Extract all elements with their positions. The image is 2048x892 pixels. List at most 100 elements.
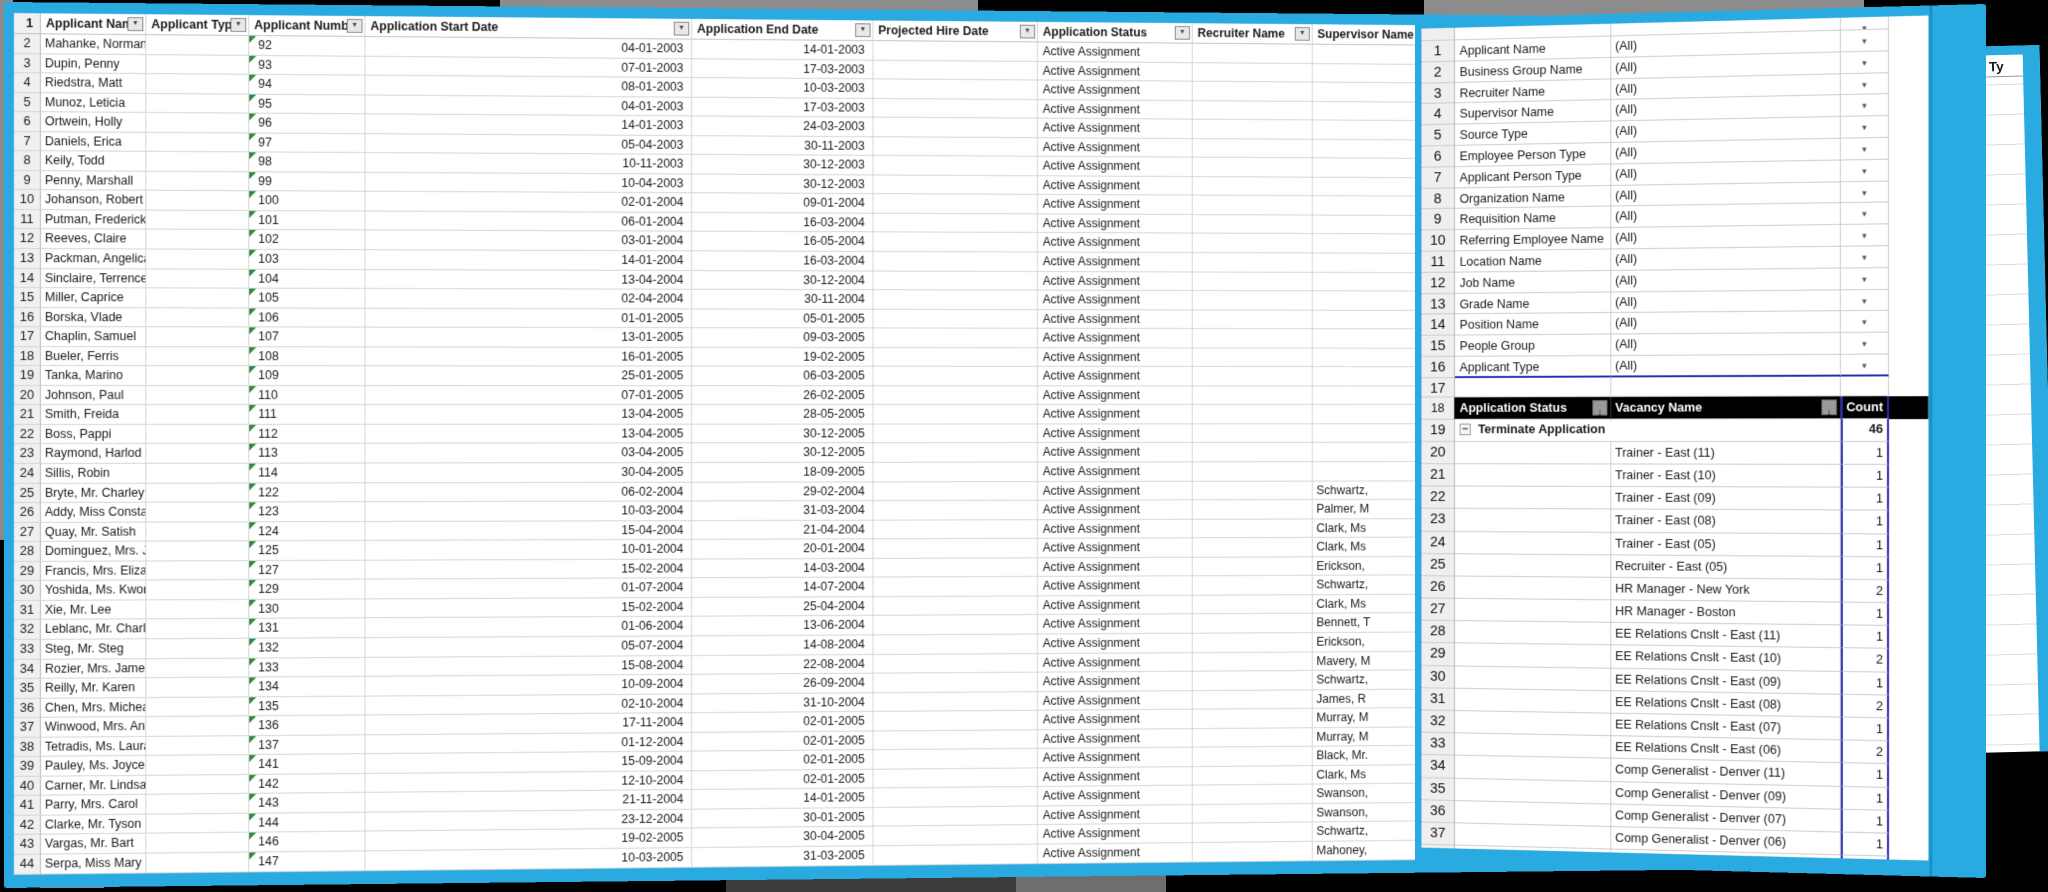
cell-applicant-number[interactable]: 106	[249, 308, 365, 328]
row-number[interactable]: 1	[1421, 40, 1455, 62]
cell-projected-hire-date[interactable]	[873, 233, 1038, 253]
cell-applicant-type[interactable]	[146, 347, 249, 367]
cell-application-status[interactable]: Active Assignment	[1038, 42, 1193, 62]
row-number[interactable]: 36	[1421, 800, 1455, 823]
cell-applicant-name[interactable]: Sillis, Robin	[41, 464, 146, 484]
cell-empty[interactable]	[1841, 376, 1889, 396]
cell-applicant-number[interactable]: 103	[249, 250, 365, 270]
cell-applicant-type[interactable]	[146, 386, 249, 405]
filter-dropdown-button[interactable]	[1841, 354, 1889, 376]
cell-count[interactable]: 1	[1841, 809, 1889, 833]
cell-applicant-name[interactable]: Winwood, Mrs. Anita	[41, 717, 146, 737]
cell-applicant-name[interactable]: Smith, Freida	[41, 405, 146, 425]
row-number[interactable]: 39	[14, 757, 41, 777]
cell-recruiter-name[interactable]	[1193, 101, 1313, 121]
cell-application-start-date[interactable]: 10-03-2004	[365, 502, 692, 522]
filter-dropdown-icon[interactable]	[1175, 26, 1190, 40]
cell-applicant-number[interactable]: 102	[249, 230, 365, 250]
cell-count[interactable]: 1	[1841, 534, 1889, 557]
cell-recruiter-name[interactable]	[1193, 462, 1313, 481]
cell-applicant-type[interactable]	[146, 35, 249, 55]
cell-vacancy-name[interactable]: EE Relations Cnslt - East (10)	[1611, 646, 1841, 672]
filter-field-label[interactable]: Supervisor Name	[1455, 100, 1611, 124]
cell-applicant-number[interactable]: 142	[249, 774, 365, 794]
column-header-application-status[interactable]: Application Status	[1038, 22, 1193, 44]
row-number[interactable]: 17	[14, 327, 41, 347]
pivot-sheet-window[interactable]: 1 Applicant Name (All) 2 Business Group …	[1415, 4, 1986, 878]
cell-recruiter-name[interactable]	[1193, 196, 1313, 216]
cell-projected-hire-date[interactable]	[873, 348, 1038, 367]
row-number[interactable]: 31	[1421, 688, 1455, 711]
cell-recruiter-name[interactable]	[1193, 234, 1313, 253]
filter-dropdown-button[interactable]	[1841, 94, 1889, 117]
cell-recruiter-name[interactable]	[1193, 728, 1313, 748]
cell-application-start-date[interactable]: 10-01-2004	[365, 540, 692, 560]
cell-application-status[interactable]: Active Assignment	[1038, 786, 1193, 806]
cell-applicant-type[interactable]	[146, 444, 249, 464]
cell-recruiter-name[interactable]	[1193, 747, 1313, 767]
cell-recruiter-name[interactable]	[1193, 519, 1313, 538]
cell-applicant-name[interactable]: Putman, Frederick	[41, 210, 146, 230]
cell-recruiter-name[interactable]	[1193, 63, 1313, 83]
row-number[interactable]: 27	[1421, 598, 1455, 621]
filter-field-label[interactable]: Grade Name	[1455, 292, 1611, 315]
cell-applicant-number[interactable]: 94	[249, 75, 365, 95]
cell-applicant-name[interactable]: Packman, Angelica	[41, 249, 146, 269]
cell-recruiter-name[interactable]	[1193, 177, 1313, 197]
row-number[interactable]: 7	[14, 132, 41, 152]
cell-applicant-type[interactable]	[146, 152, 249, 172]
cell-projected-hire-date[interactable]	[873, 520, 1038, 540]
cell-applicant-type[interactable]	[146, 794, 249, 814]
row-number[interactable]: 33	[14, 640, 41, 660]
cell-count[interactable]: 1	[1841, 442, 1889, 465]
filter-dropdown-button[interactable]	[1841, 246, 1889, 268]
cell-application-start-date[interactable]: 04-01-2003	[365, 95, 692, 116]
cell-application-end-date[interactable]: 16-05-2004	[692, 232, 873, 252]
cell-recruiter-name[interactable]	[1193, 424, 1313, 443]
cell-applicant-number[interactable]: 125	[249, 541, 365, 561]
cell-applicant-name[interactable]: Bryte, Mr. Charley	[41, 483, 146, 503]
row-number[interactable]: 25	[14, 484, 41, 504]
cell-application-start-date[interactable]: 13-04-2005	[365, 405, 692, 424]
cell-applicant-name[interactable]: Munoz, Leticia	[41, 93, 146, 113]
cell-recruiter-name[interactable]	[1193, 766, 1313, 786]
cell-applicant-name[interactable]: Addy, Miss Constance	[41, 503, 146, 523]
cell-applicant-type[interactable]	[146, 55, 249, 75]
filter-dropdown-button[interactable]	[1841, 116, 1889, 139]
cell-application-start-date[interactable]: 15-02-2004	[365, 598, 692, 619]
row-number[interactable]: 23	[14, 444, 41, 464]
cell-projected-hire-date[interactable]	[873, 673, 1038, 693]
cell-recruiter-name[interactable]	[1193, 690, 1313, 710]
cell-application-start-date[interactable]: 03-01-2004	[365, 231, 692, 251]
cell-applicant-name[interactable]: Dupin, Penny	[41, 54, 146, 74]
cell-count[interactable]: 1	[1841, 557, 1889, 580]
cell-application-status[interactable]: Active Assignment	[1038, 748, 1193, 768]
cell-recruiter-name[interactable]	[1193, 139, 1313, 159]
cell-applicant-number[interactable]: 136	[249, 716, 365, 736]
row-number[interactable]: 32	[1421, 710, 1455, 733]
cell-application-status[interactable]: Active Assignment	[1038, 843, 1193, 864]
cell-application-start-date[interactable]: 14-01-2004	[365, 250, 692, 270]
cell-projected-hire-date[interactable]	[873, 596, 1038, 616]
row-number[interactable]: 11	[1421, 251, 1455, 272]
cell-application-status[interactable]: Active Assignment	[1038, 176, 1193, 196]
filter-dropdown-button[interactable]	[1841, 159, 1889, 181]
cell-count[interactable]: 1	[1841, 718, 1889, 742]
cell-application-status[interactable]: Active Assignment	[1038, 691, 1193, 711]
cell-applicant-type[interactable]	[146, 94, 249, 114]
cell-applicant-type[interactable]	[146, 503, 249, 523]
cell-empty[interactable]	[1455, 689, 1611, 714]
row-number[interactable]: 27	[14, 523, 41, 543]
cell-application-status[interactable]: Active Assignment	[1038, 462, 1193, 481]
cell-recruiter-name[interactable]	[1193, 538, 1313, 557]
row-number[interactable]: 35	[1421, 778, 1455, 801]
cell-count[interactable]: 1	[1841, 488, 1889, 511]
cell-application-status[interactable]: Active Assignment	[1038, 672, 1193, 692]
cell-application-end-date[interactable]: 21-04-2004	[692, 520, 873, 540]
cell-application-end-date[interactable]: 26-09-2004	[692, 674, 873, 694]
cell-empty[interactable]	[1455, 599, 1611, 623]
row-number[interactable]: 15	[1421, 336, 1455, 357]
pivot-header-vacancy-name[interactable]: Vacancy Name	[1611, 396, 1841, 419]
cell-applicant-name[interactable]: Johnson, Paul	[41, 386, 146, 406]
filter-dropdown-button[interactable]	[1841, 268, 1889, 290]
